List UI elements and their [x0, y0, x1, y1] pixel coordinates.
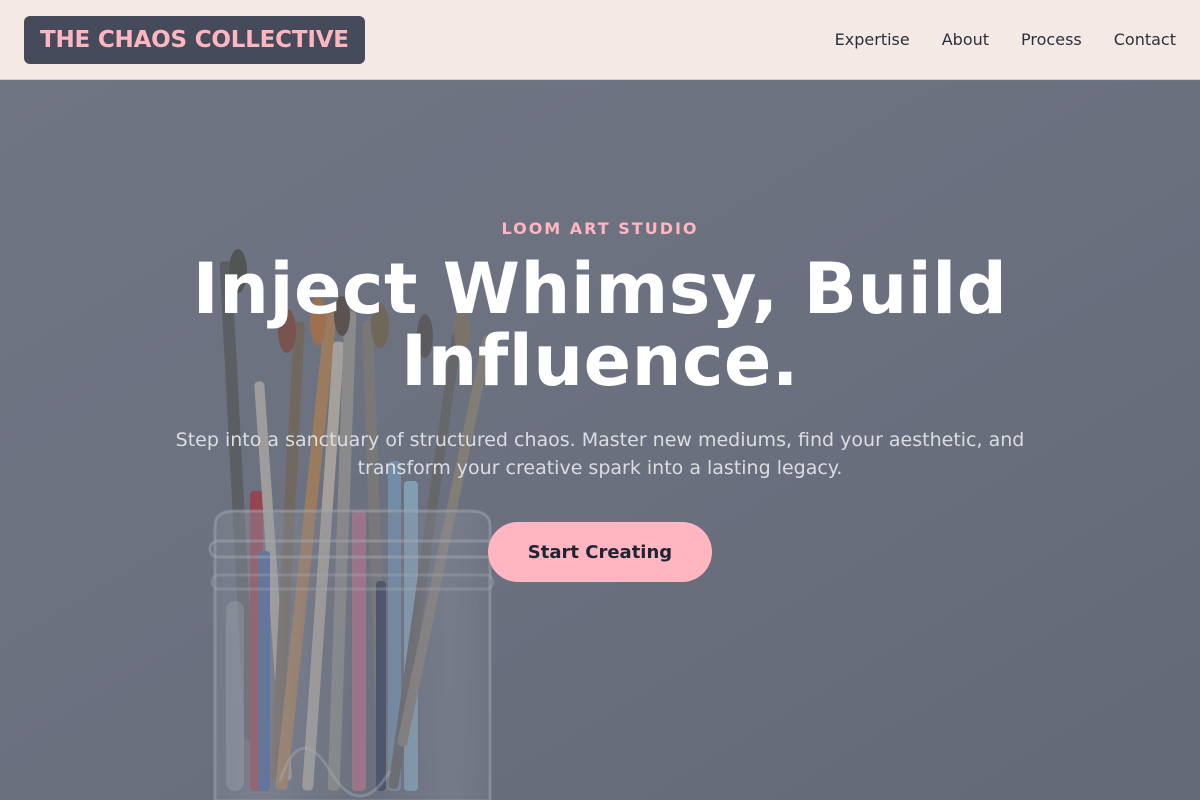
nav-link-process[interactable]: Process	[1021, 30, 1082, 49]
hero-headline: Inject Whimsy, Build Influence.	[192, 248, 1008, 402]
nav-link-about[interactable]: About	[942, 30, 989, 49]
hero-eyebrow: LOOM ART STUDIO	[501, 219, 699, 238]
nav-link-expertise[interactable]: Expertise	[835, 30, 910, 49]
site-header: THE CHAOS COLLECTIVE Expertise About Pro…	[0, 0, 1200, 80]
nav-link-contact[interactable]: Contact	[1114, 30, 1176, 49]
start-creating-button[interactable]: Start Creating	[488, 522, 712, 582]
hero-section: LOOM ART STUDIO Inject Whimsy, Build Inf…	[0, 81, 1200, 800]
hero-content: LOOM ART STUDIO Inject Whimsy, Build Inf…	[0, 81, 1200, 800]
hero-subtext: Step into a sanctuary of structured chao…	[175, 429, 1025, 479]
main-nav: Expertise About Process Contact	[835, 30, 1176, 49]
site-logo[interactable]: THE CHAOS COLLECTIVE	[24, 15, 365, 64]
